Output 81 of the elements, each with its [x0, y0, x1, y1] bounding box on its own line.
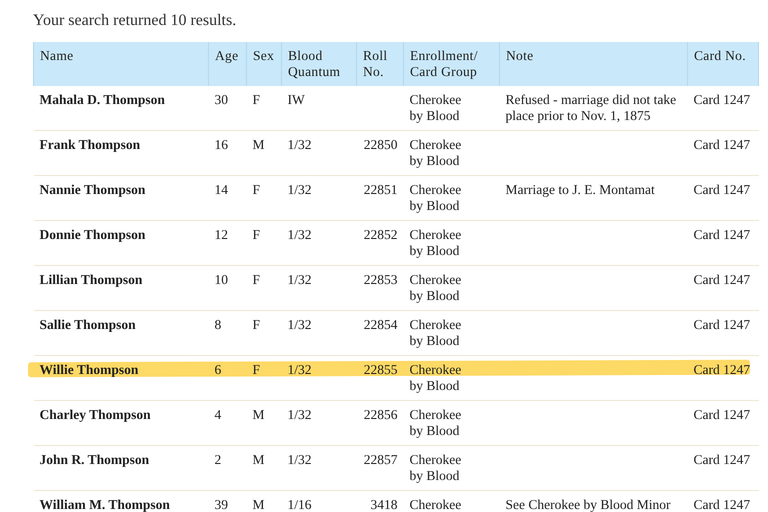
- table-cell: F: [252, 272, 260, 287]
- name-cell: Lillian Thompson: [40, 272, 142, 287]
- name-cell: Willie Thompson: [40, 362, 138, 377]
- column-header: Roll No.: [356, 42, 404, 86]
- table-cell: 1/32: [288, 137, 312, 152]
- table-cell-text: Cherokee by Blood: [410, 92, 462, 124]
- table-cell: Card 1247: [694, 497, 750, 512]
- table-cell: 22854: [364, 317, 398, 332]
- table-cell: 1/32: [288, 407, 312, 422]
- table-cell: F: [252, 317, 260, 332]
- table-cell: 1/32: [288, 362, 312, 377]
- name-cell: Donnie Thompson: [40, 227, 146, 242]
- table-cell: F: [252, 92, 260, 107]
- table-cell: M: [252, 137, 265, 152]
- table-cell: Card 1247: [694, 317, 750, 332]
- table-cell: 22852: [364, 227, 398, 242]
- column-header: Enrollment/ Card Group: [404, 42, 500, 86]
- table-cell: M: [252, 407, 265, 422]
- table-cell-text: Cherokee by Blood: [410, 182, 462, 214]
- name-cell: Mahala D. Thompson: [40, 92, 165, 107]
- table-cell-text: Cherokee by Blood: [410, 317, 462, 349]
- table-cell: 4: [214, 407, 222, 422]
- table-cell: 22857: [364, 452, 398, 467]
- name-cell: John R. Thompson: [40, 452, 150, 467]
- column-header: Note: [500, 42, 688, 86]
- table-cell: 1/32: [288, 317, 312, 332]
- table-cell: Card 1247: [694, 362, 750, 377]
- table-cell: 1/32: [288, 227, 312, 242]
- table-cell: M: [252, 497, 265, 512]
- name-cell: William M. Thompson: [40, 497, 170, 512]
- table-cell-text: Cherokee by Blood: [410, 407, 462, 439]
- table-cell-text: Cherokee: [410, 497, 462, 512]
- table-cell: Refused - marriage did not take place prior to Nov. 1, 1875: [506, 92, 676, 123]
- table-cell: 10: [214, 272, 228, 287]
- table-cell: Card 1247: [694, 407, 750, 422]
- table-cell: Marriage to J. E. Montamat: [506, 182, 655, 197]
- table-cell-text: Cherokee by Blood: [410, 137, 462, 169]
- table-cell: 14: [214, 182, 228, 197]
- table-cell: 22851: [364, 182, 398, 197]
- table-cell: 22853: [364, 272, 398, 287]
- table-cell: Card 1247: [694, 137, 750, 152]
- table-cell-text: Cherokee by Blood: [410, 227, 462, 259]
- table-cell: 22850: [364, 137, 398, 152]
- table-cell: 30: [214, 92, 228, 107]
- table-cell: 3418: [370, 497, 398, 512]
- name-cell: Sallie Thompson: [40, 317, 136, 332]
- table-cell: 1/32: [288, 272, 312, 287]
- table-cell: Card 1247: [694, 272, 750, 287]
- table-cell: F: [252, 362, 260, 377]
- table-cell: See Cherokee by Blood Minor: [506, 497, 670, 512]
- column-header: Card No.: [688, 42, 758, 86]
- table-cell: 22856: [364, 407, 398, 422]
- name-cell: Frank Thompson: [40, 137, 140, 152]
- table-cell-text: Cherokee by Blood: [410, 272, 462, 304]
- column-header: Name: [34, 42, 208, 86]
- name-cell: Nannie Thompson: [40, 182, 146, 197]
- column-header: Blood Quantum: [282, 42, 356, 86]
- table-cell-text: Cherokee by Blood: [410, 452, 462, 484]
- table-cell-text: Cherokee by Blood: [410, 362, 462, 394]
- table-cell: 6: [214, 362, 222, 377]
- table-cell: 16: [214, 137, 228, 152]
- table-cell: Card 1247: [694, 92, 750, 107]
- name-cell: Charley Thompson: [40, 407, 151, 422]
- table-cell: 1/16: [288, 497, 312, 512]
- table-cell: 22855: [364, 362, 398, 377]
- table-cell: 1/32: [288, 182, 312, 197]
- table-cell: Card 1247: [694, 182, 750, 197]
- results-summary: Your search returned 10 results.: [33, 12, 238, 30]
- table-cell: 2: [214, 452, 222, 467]
- table-cell: 8: [214, 317, 222, 332]
- table-cell: 12: [214, 227, 228, 242]
- column-header: Age: [208, 42, 246, 86]
- column-header: Sex: [246, 42, 282, 86]
- table-cell: Card 1247: [694, 452, 750, 467]
- table-cell: M: [252, 452, 265, 467]
- table-cell: 1/32: [288, 452, 312, 467]
- table-cell: Card 1247: [694, 227, 750, 242]
- table-cell: F: [252, 182, 260, 197]
- table-cell: F: [252, 227, 260, 242]
- table-cell: 39: [214, 497, 228, 512]
- table-cell: IW: [288, 92, 305, 107]
